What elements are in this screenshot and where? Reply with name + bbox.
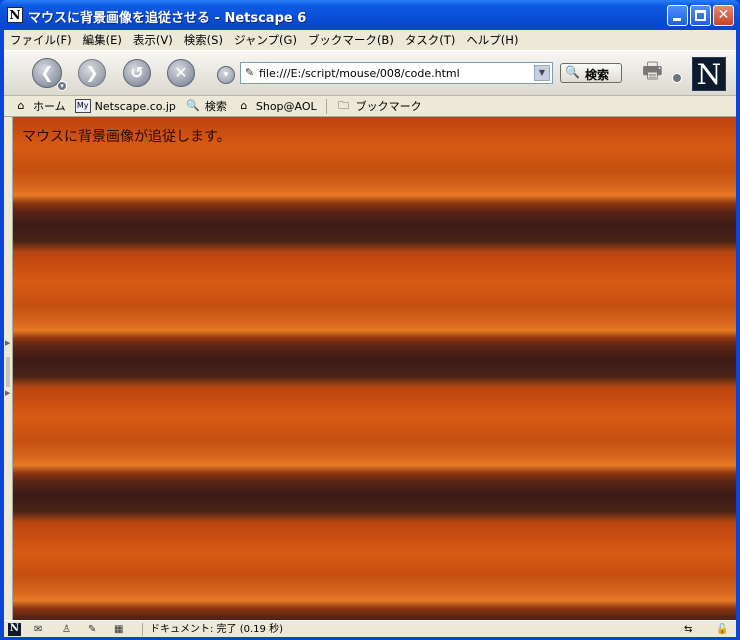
- sidebar-handle[interactable]: [6, 357, 10, 387]
- magnifier-icon: 🔍: [565, 65, 580, 79]
- page-content-area[interactable]: マウスに背景画像が追従します。: [13, 117, 736, 620]
- toolbar-item-home[interactable]: ⌂ ホーム: [13, 98, 66, 114]
- print-button[interactable]: 🖶: [642, 59, 676, 85]
- status-bar: N ✉ ♙ ✎ ▦ ドキュメント: 完了 (0.19 秒) ⇆ 🔓: [4, 620, 736, 637]
- back-history-dropdown[interactable]: ▾: [57, 81, 67, 91]
- menu-view[interactable]: 表示(V): [127, 32, 178, 48]
- folder-icon: 🗀: [338, 99, 350, 112]
- toolbar-item-label: ブックマーク: [355, 100, 422, 113]
- browser-window: N マウスに背景画像を追従させる - Netscape 6 ✕ ファイル(F) …: [0, 0, 740, 640]
- close-icon: ✕: [717, 7, 730, 23]
- toolbar-item-shop[interactable]: ⌂ Shop@AOL: [236, 99, 317, 113]
- title-bar[interactable]: N マウスに背景画像を追従させる - Netscape 6 ✕: [0, 0, 740, 30]
- status-separator: [142, 623, 143, 636]
- forward-arrow-icon: ❯: [85, 63, 99, 82]
- toolbar-separator: [325, 98, 327, 114]
- menu-tasks[interactable]: タスク(T): [399, 32, 461, 48]
- search-button-label: 検索: [585, 68, 610, 82]
- print-dropdown[interactable]: [672, 73, 682, 83]
- maximize-button[interactable]: [690, 5, 711, 26]
- menu-help[interactable]: ヘルプ(H): [460, 32, 523, 48]
- close-button[interactable]: ✕: [713, 5, 734, 26]
- shop-icon: ⌂: [240, 99, 248, 112]
- status-text: ドキュメント: 完了 (0.19 秒): [150, 624, 283, 635]
- netscape-throbber-logo[interactable]: N: [692, 57, 726, 91]
- minimize-icon: [673, 18, 681, 21]
- netscape-app-icon[interactable]: N: [7, 7, 23, 23]
- menu-edit[interactable]: 編集(E): [77, 32, 127, 48]
- window-title: マウスに背景画像を追従させる - Netscape 6: [28, 11, 307, 26]
- url-bar[interactable]: ✎ ▼: [240, 62, 553, 84]
- menu-search[interactable]: 検索(S): [178, 32, 228, 48]
- menu-go[interactable]: ジャンプ(G): [228, 32, 302, 48]
- address-book-icon[interactable]: ▦: [114, 623, 123, 636]
- page-text: マウスに背景画像が追従します。: [22, 129, 231, 145]
- back-arrow-icon: ❮: [40, 63, 54, 82]
- menu-bar: ファイル(F) 編集(E) 表示(V) 検索(S) ジャンプ(G) ブックマーク…: [4, 30, 736, 50]
- security-lock-icon[interactable]: 🔓: [716, 623, 728, 636]
- page-proxy-icon[interactable]: ✎: [245, 66, 256, 80]
- stop-button[interactable]: ✕: [167, 59, 195, 87]
- mail-icon[interactable]: ✉: [34, 623, 42, 636]
- instant-messenger-icon[interactable]: ♙: [62, 623, 71, 636]
- menu-bookmarks[interactable]: ブックマーク(B): [302, 32, 399, 48]
- my-netscape-icon: My: [74, 99, 91, 113]
- toolbar-item-label: Netscape.co.jp: [94, 99, 176, 113]
- reload-button[interactable]: ↺: [123, 59, 151, 87]
- search-icon: 🔍: [186, 99, 200, 112]
- toolbar-item-bookmarks[interactable]: 🗀 ブックマーク: [336, 98, 422, 114]
- toolbar-item-label: 検索: [204, 100, 227, 113]
- sidebar-open-arrow-icon: ▶: [5, 389, 11, 397]
- toolbar-item-label: ホーム: [33, 100, 66, 113]
- toolbar-item-search[interactable]: 🔍 検索: [185, 98, 227, 114]
- search-button[interactable]: 🔍 検索: [560, 63, 622, 83]
- printer-icon: 🖶: [642, 59, 663, 84]
- toolbar-item-label: Shop@AOL: [255, 99, 317, 113]
- url-dropdown-arrow-icon[interactable]: ▼: [534, 65, 550, 81]
- url-input[interactable]: [259, 65, 529, 81]
- sidebar-open-arrow-icon: ▶: [5, 339, 11, 347]
- navigation-toolbar: ❮ ▾ ❯ ↺ ✕ ▾ ✎ ▼ 🔍 検索 🖶 N: [4, 50, 736, 96]
- netscape-status-icon[interactable]: N: [8, 623, 21, 636]
- online-status-icon[interactable]: ⇆: [684, 623, 692, 636]
- sidebar-grippy[interactable]: ▶ ▶: [4, 117, 13, 620]
- maximize-icon: [695, 10, 706, 21]
- toolbar-item-my-netscape[interactable]: My Netscape.co.jp: [74, 99, 176, 113]
- stop-icon: ✕: [174, 63, 188, 82]
- menu-file[interactable]: ファイル(F): [4, 32, 77, 48]
- forward-button[interactable]: ❯: [78, 59, 106, 87]
- minimize-button[interactable]: [667, 5, 688, 26]
- personal-toolbar: ⌂ ホーム My Netscape.co.jp 🔍 検索 ⌂ Shop@AOL …: [4, 96, 736, 117]
- home-icon: ⌂: [17, 99, 25, 112]
- reload-icon: ↺: [130, 63, 144, 82]
- url-history-dropdown-button[interactable]: ▾: [217, 66, 235, 84]
- composer-icon[interactable]: ✎: [88, 623, 96, 636]
